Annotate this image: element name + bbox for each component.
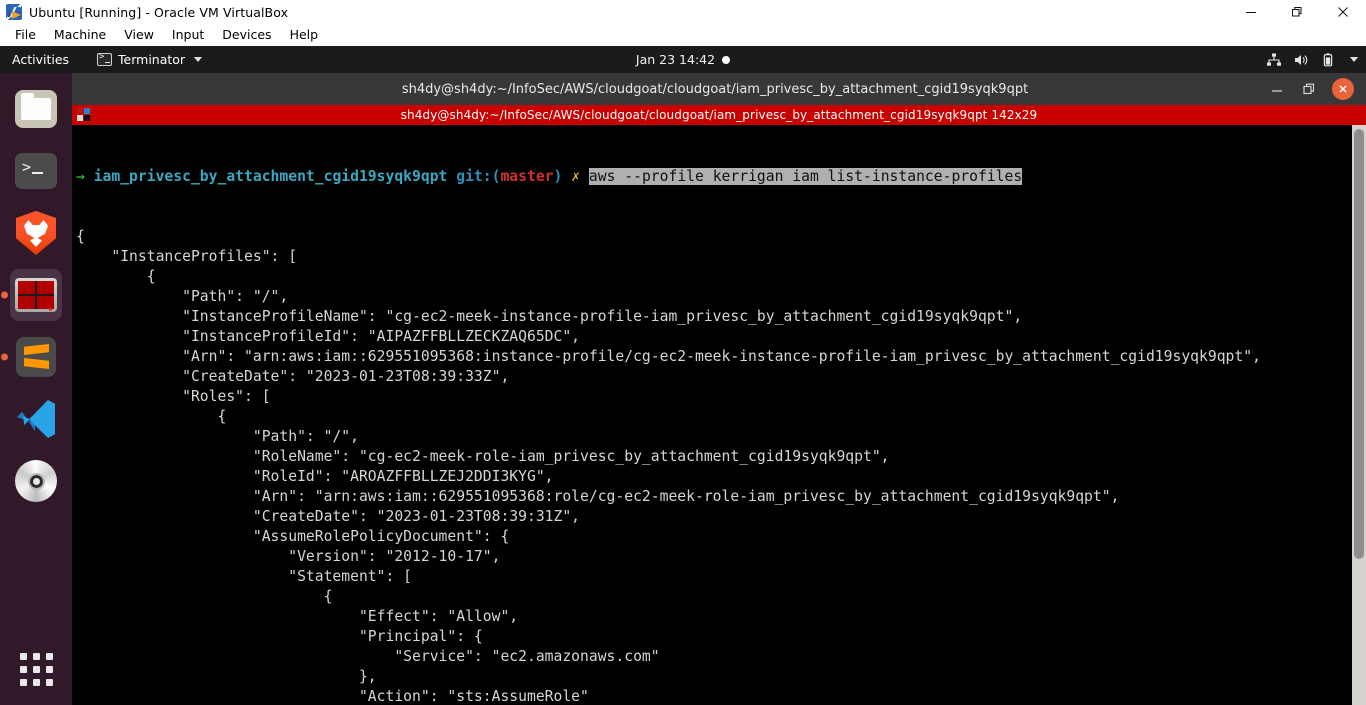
virtualbox-window-title: Ubuntu [Running] - Oracle VM VirtualBox	[29, 4, 289, 20]
menu-machine[interactable]: Machine	[45, 25, 115, 45]
terminal-output-line: "Statement": [	[76, 568, 413, 585]
terminal-command-input[interactable]: aws --profile kerrigan iam list-instance…	[588, 168, 1023, 185]
terminator-window-controls	[1268, 78, 1366, 100]
terminal-output-line: "Arn": "arn:aws:iam::629551095368:instan…	[76, 348, 1261, 365]
terminal-output-line: "Roles": [	[76, 388, 271, 405]
network-icon	[1266, 52, 1282, 68]
dock-item-disc[interactable]	[10, 455, 62, 507]
files-icon	[15, 90, 57, 128]
brave-lion-icon	[16, 211, 56, 255]
system-tray[interactable]	[1266, 46, 1358, 73]
dock-item-brave-browser[interactable]	[10, 207, 62, 259]
terminal-output-line: "InstanceProfiles": [	[76, 248, 298, 265]
terminator-titlebar[interactable]: sh4dy@sh4dy:~/InfoSec/AWS/cloudgoat/clou…	[72, 73, 1366, 105]
guest-screen: Activities Terminator Jan 23 14:42	[0, 46, 1366, 705]
terminal-output-line: "Path": "/",	[76, 428, 359, 445]
prompt-git-suffix: )	[553, 168, 563, 185]
running-indicator-dot	[1, 353, 8, 361]
battery-icon	[1320, 52, 1336, 68]
terminal-output-line: },	[76, 668, 377, 685]
terminal-icon	[15, 153, 57, 189]
terminal-output-line: "Service": "ec2.amazonaws.com"	[76, 648, 660, 665]
app-menu-terminator[interactable]: Terminator	[97, 52, 203, 67]
terminal-output-line: "RoleName": "cg-ec2-meek-role-iam_prives…	[76, 448, 890, 465]
sublime-text-icon	[16, 337, 56, 377]
prompt-status-icon: ✗	[571, 168, 581, 185]
show-applications-icon	[19, 652, 53, 686]
menu-input[interactable]: Input	[163, 25, 213, 45]
ubuntu-dock	[0, 73, 72, 705]
menu-devices[interactable]: Devices	[213, 25, 280, 45]
maximize-icon[interactable]	[1300, 80, 1318, 98]
terminal-output-line: {	[76, 408, 227, 425]
menu-file[interactable]: File	[6, 25, 45, 45]
scrollbar-thumb[interactable]	[1354, 129, 1364, 559]
close-icon[interactable]	[1332, 78, 1354, 100]
prompt-arrow-icon: →	[76, 168, 85, 185]
dock-item-sublime-text[interactable]	[1, 331, 62, 383]
terminal-output: { "InstanceProfiles": [ { "Path": "/", "…	[76, 227, 1352, 705]
maximize-icon[interactable]	[1274, 0, 1320, 24]
minimize-icon[interactable]	[1268, 80, 1286, 98]
terminal-icon	[97, 52, 113, 66]
terminal-output-line: "RoleId": "AROAZFFBLLZEJ2DDI3KYG",	[76, 468, 554, 485]
prompt-git-branch: master	[500, 168, 554, 185]
clock-label: Jan 23 14:42	[635, 52, 716, 67]
terminal-text-area[interactable]: → iam_privesc_by_attachment_cgid19syqk9q…	[72, 125, 1352, 705]
terminal-output-line: "InstanceProfileId": "AIPAZFFBLLZECKZAQ6…	[76, 328, 581, 345]
terminal-output-line: "AssumeRolePolicyDocument": {	[76, 528, 510, 545]
terminal-output-line: "Path": "/",	[76, 288, 289, 305]
recording-dot-icon	[722, 55, 731, 64]
terminal-body[interactable]: → iam_privesc_by_attachment_cgid19syqk9q…	[72, 125, 1366, 705]
terminal-output-line: "Arn": "arn:aws:iam::629551095368:role/c…	[76, 488, 1120, 505]
terminal-prompt-line: → iam_privesc_by_attachment_cgid19syqk9q…	[76, 167, 1352, 187]
volume-icon	[1293, 52, 1309, 68]
clock-menu[interactable]: Jan 23 14:42	[563, 52, 803, 67]
terminal-output-line: {	[76, 588, 333, 605]
menu-view[interactable]: View	[115, 25, 163, 45]
terminator-tab-bar[interactable]: sh4dy@sh4dy:~/InfoSec/AWS/cloudgoat/clou…	[72, 105, 1366, 125]
virtualbox-titlebar: Ubuntu [Running] - Oracle VM VirtualBox	[0, 0, 1366, 24]
minimize-icon[interactable]	[1228, 0, 1274, 24]
gnome-top-bar: Activities Terminator Jan 23 14:42	[0, 46, 1366, 73]
activities-button[interactable]: Activities	[0, 52, 79, 67]
terminal-output-line: "CreateDate": "2023-01-23T08:39:31Z",	[76, 508, 581, 525]
terminal-output-line: "Action": "sts:AssumeRole"	[76, 688, 589, 705]
terminator-tab-title: sh4dy@sh4dy:~/InfoSec/AWS/cloudgoat/clou…	[400, 108, 1038, 122]
dock-item-files[interactable]	[10, 83, 62, 135]
app-menu-label: Terminator	[118, 52, 186, 67]
terminal-output-line: "Version": "2012-10-17",	[76, 548, 501, 565]
dock-item-terminator[interactable]	[1, 269, 62, 321]
close-icon[interactable]	[1320, 0, 1366, 24]
dock-item-terminal[interactable]	[10, 145, 62, 197]
vscode-icon	[15, 398, 57, 440]
terminal-output-line: {	[76, 268, 156, 285]
terminator-icon	[15, 278, 57, 312]
dock-item-visual-studio-code[interactable]	[10, 393, 62, 445]
virtualbox-window-controls	[1228, 0, 1366, 24]
terminal-output-line: "InstanceProfileName": "cg-ec2-meek-inst…	[76, 308, 1023, 325]
running-indicator-dot	[1, 291, 8, 299]
virtualbox-logo-icon	[6, 4, 22, 20]
virtualbox-menubar: File Machine View Input Devices Help	[0, 24, 1366, 46]
optical-disc-icon	[15, 460, 57, 502]
terminal-output-line: "Effect": "Allow",	[76, 608, 519, 625]
terminator-window: sh4dy@sh4dy:~/InfoSec/AWS/cloudgoat/clou…	[72, 73, 1366, 705]
terminal-output-line: "Principal": {	[76, 628, 483, 645]
chevron-down-icon	[194, 57, 203, 62]
terminal-output-line: "CreateDate": "2023-01-23T08:39:33Z",	[76, 368, 510, 385]
terminator-window-title: sh4dy@sh4dy:~/InfoSec/AWS/cloudgoat/clou…	[401, 81, 1029, 97]
chevron-down-icon	[1350, 57, 1358, 62]
prompt-git-prefix: git:(	[456, 168, 501, 185]
terminal-output-line: {	[76, 228, 85, 245]
menu-help[interactable]: Help	[281, 25, 328, 45]
terminal-scrollbar[interactable]	[1352, 125, 1366, 705]
show-applications-button[interactable]	[0, 643, 72, 695]
prompt-directory: iam_privesc_by_attachment_cgid19syqk9qpt	[93, 168, 448, 185]
